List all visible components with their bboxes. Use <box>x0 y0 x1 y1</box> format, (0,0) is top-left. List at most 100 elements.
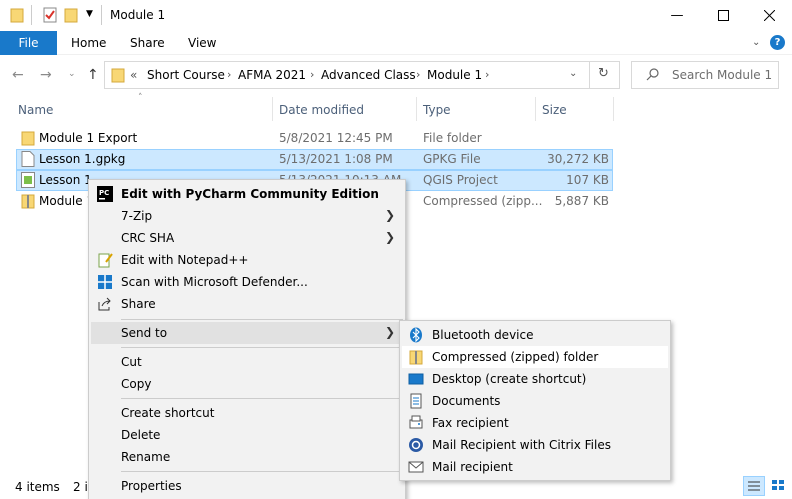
menu-item-label: 7-Zip <box>121 209 153 223</box>
address-dropdown-icon[interactable]: ⌄ <box>569 68 577 79</box>
menu-item-compressed-folder[interactable]: Compressed (zipped) folder <box>402 346 668 368</box>
maximize-button[interactable] <box>700 0 746 31</box>
menu-item-defender[interactable]: Scan with Microsoft Defender... <box>91 271 403 293</box>
menu-item-label: Fax recipient <box>432 416 509 430</box>
menu-item-label: Desktop (create shortcut) <box>432 372 587 386</box>
fax-icon <box>408 415 424 431</box>
back-arrow-icon[interactable]: ← <box>12 67 24 83</box>
menu-item-label: CRC SHA <box>121 231 175 245</box>
column-header-name[interactable]: Name <box>18 103 53 117</box>
menu-item-delete[interactable]: Delete <box>91 424 403 446</box>
tab-view[interactable]: View <box>188 36 216 50</box>
details-view-button[interactable] <box>743 476 765 496</box>
column-divider[interactable] <box>613 97 614 121</box>
qgis-project-icon <box>21 172 35 191</box>
menu-item-label: Share <box>121 297 156 311</box>
column-header-size[interactable]: Size <box>542 103 567 117</box>
menu-item-desktop[interactable]: Desktop (create shortcut) <box>402 368 668 390</box>
address-row: ← → ⌄ ↑ « Short Course › AFMA 2021 › Adv… <box>0 55 792 95</box>
column-divider[interactable] <box>272 97 273 121</box>
menu-item-label: Mail recipient <box>432 460 513 474</box>
file-row[interactable]: Lesson 1.gpkg 5/13/2021 1:08 PM GPKG Fil… <box>16 149 613 170</box>
column-divider[interactable] <box>416 97 417 121</box>
breadcrumb-separator[interactable]: › <box>227 68 231 81</box>
breadcrumb-short-course[interactable]: Short Course <box>147 68 225 82</box>
menu-separator <box>121 471 403 472</box>
file-row[interactable]: Module 1 Export 5/8/2021 12:45 PM File f… <box>16 128 613 149</box>
breadcrumb-overflow[interactable]: « <box>130 68 137 82</box>
expand-ribbon-icon[interactable]: ⌄ <box>752 37 760 48</box>
menu-item-bluetooth[interactable]: Bluetooth device <box>402 324 668 346</box>
menu-item-pycharm[interactable]: PC Edit with PyCharm Community Edition <box>91 183 403 205</box>
breadcrumb-module-1[interactable]: Module 1 <box>427 68 482 82</box>
search-box[interactable]: Search Module 1 <box>631 61 779 89</box>
menu-item-notepad[interactable]: Edit with Notepad++ <box>91 249 403 271</box>
file-type: GPKG File <box>423 152 481 166</box>
tab-share[interactable]: Share <box>130 36 165 50</box>
document-icon <box>21 151 35 170</box>
close-icon <box>763 10 775 21</box>
desktop-icon <box>408 371 424 387</box>
qa-divider <box>31 5 32 25</box>
breadcrumb-afma-2021[interactable]: AFMA 2021 <box>238 68 306 82</box>
customize-dropdown-icon[interactable]: ▼ <box>86 9 93 19</box>
file-date: 5/8/2021 12:45 PM <box>279 131 393 145</box>
menu-item-label: Bluetooth device <box>432 328 534 342</box>
menu-item-documents[interactable]: Documents <box>402 390 668 412</box>
menu-item-share[interactable]: Share <box>91 293 403 315</box>
tab-home[interactable]: Home <box>71 36 106 50</box>
file-type: Compressed (zipp... <box>423 194 543 208</box>
menu-item-label: Send to <box>121 326 168 340</box>
menu-item-send-to[interactable]: Send to ❯ <box>91 322 403 344</box>
file-date: 5/13/2021 1:08 PM <box>279 152 393 166</box>
folder-icon <box>21 130 35 149</box>
column-divider[interactable] <box>535 97 536 121</box>
minimize-icon: — <box>670 8 684 23</box>
refresh-icon[interactable]: ↻ <box>598 66 609 81</box>
menu-item-copy[interactable]: Copy <box>91 373 403 395</box>
search-icon <box>646 67 660 84</box>
menu-item-rename[interactable]: Rename <box>91 446 403 468</box>
menu-item-crc-sha[interactable]: CRC SHA ❯ <box>91 227 403 249</box>
column-header-type[interactable]: Type <box>423 103 451 117</box>
menu-item-create-shortcut[interactable]: Create shortcut <box>91 402 403 424</box>
context-menu: PC Edit with PyCharm Community Edition 7… <box>88 179 406 499</box>
properties-icon[interactable] <box>42 7 58 26</box>
menu-item-7zip[interactable]: 7-Zip ❯ <box>91 205 403 227</box>
file-type: QGIS Project <box>423 173 498 187</box>
close-button[interactable] <box>746 0 792 31</box>
recent-locations-icon[interactable]: ⌄ <box>68 69 76 79</box>
menu-item-label: Compressed (zipped) folder <box>432 350 599 364</box>
address-divider <box>589 62 590 88</box>
menu-item-label: Cut <box>121 355 142 369</box>
citrix-icon <box>408 437 424 453</box>
breadcrumb-advanced-class[interactable]: Advanced Class <box>321 68 416 82</box>
documents-icon <box>408 393 424 409</box>
title-bar: ▼ Module 1 — <box>0 0 792 31</box>
up-arrow-icon[interactable]: ↑ <box>87 67 99 83</box>
help-icon[interactable]: ? <box>770 35 785 50</box>
file-name: Lesson 1.gpkg <box>39 152 126 166</box>
column-header-date[interactable]: Date modified <box>279 103 364 117</box>
breadcrumb-separator[interactable]: › <box>485 68 489 81</box>
large-icons-view-icon <box>772 480 784 490</box>
menu-item-mail[interactable]: Mail recipient <box>402 456 668 478</box>
forward-arrow-icon[interactable]: → <box>40 67 52 83</box>
menu-separator <box>121 398 403 399</box>
menu-item-properties[interactable]: Properties <box>91 475 403 497</box>
breadcrumb-separator[interactable]: › <box>310 68 314 81</box>
title-divider <box>101 5 102 25</box>
tab-file[interactable]: File <box>0 31 57 55</box>
defender-icon <box>97 274 113 290</box>
new-folder-icon[interactable] <box>64 7 78 26</box>
menu-item-cut[interactable]: Cut <box>91 351 403 373</box>
address-bar[interactable]: « Short Course › AFMA 2021 › Advanced Cl… <box>104 61 620 89</box>
ribbon: File Home Share View ⌄ ? <box>0 31 792 55</box>
menu-item-citrix-mail[interactable]: Mail Recipient with Citrix Files <box>402 434 668 456</box>
menu-separator <box>121 319 403 320</box>
large-icons-view-button[interactable] <box>768 476 790 496</box>
breadcrumb-separator[interactable]: › <box>416 68 420 81</box>
menu-item-label: Create shortcut <box>121 406 215 420</box>
menu-item-fax[interactable]: Fax recipient <box>402 412 668 434</box>
minimize-button[interactable]: — <box>654 0 700 31</box>
